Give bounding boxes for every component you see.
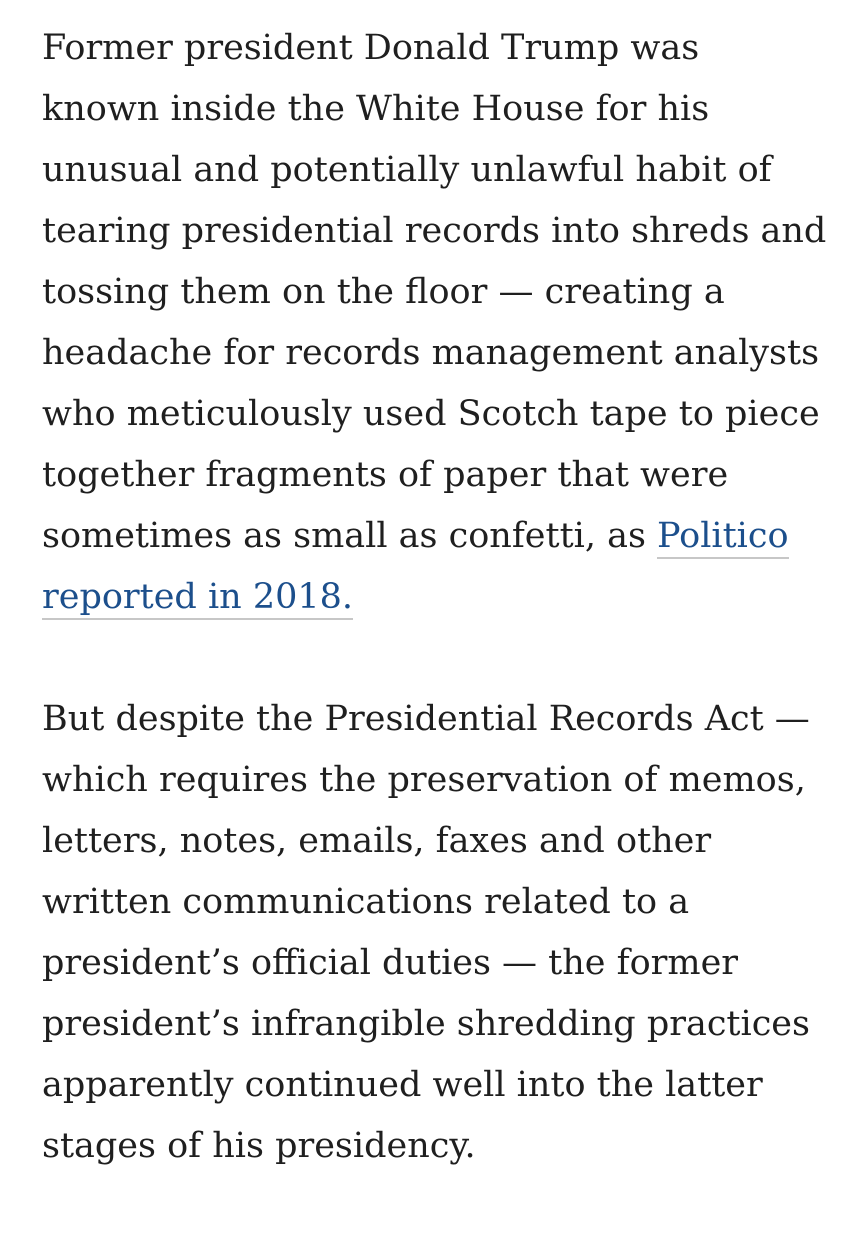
text-line: known inside the White House for his xyxy=(42,89,710,129)
article-body: Former president Donald Trump was known … xyxy=(42,18,832,1238)
text-line: letters, notes, emails, faxes and other xyxy=(42,821,712,861)
text-line: unusual and potentially unlawful habit o… xyxy=(42,150,772,190)
text-line: together fragments of paper that were xyxy=(42,455,729,495)
text-line: stages of his presidency. xyxy=(42,1126,476,1166)
text-line: written communications related to a xyxy=(42,882,690,922)
text-line: Former president Donald Trump was xyxy=(42,28,700,68)
text-line: president’s infrangible shredding practi… xyxy=(42,1004,810,1044)
paragraph-2: But despite the Presidential Records Act… xyxy=(42,689,832,1177)
politico-link[interactable]: Politico xyxy=(657,516,789,559)
text-line: president’s official duties — the former xyxy=(42,943,739,983)
text-line-with-link: sometimes as small as confetti, as Polit… xyxy=(42,506,832,567)
text-line: But despite the Presidential Records Act… xyxy=(42,699,810,739)
text-line: apparently continued well into the latte… xyxy=(42,1065,763,1105)
text-line: who meticulously used Scotch tape to pie… xyxy=(42,394,820,434)
text-line: headache for records management analysts xyxy=(42,333,820,373)
text-line-link-continuation: reported in 2018. xyxy=(42,567,832,628)
text-line-lead: sometimes as small as confetti, as xyxy=(42,516,658,556)
paragraph-1: Former president Donald Trump was known … xyxy=(42,18,832,628)
politico-link-continued[interactable]: reported in 2018. xyxy=(42,577,354,620)
text-line: tossing them on the floor — creating a xyxy=(42,272,725,312)
text-line: tearing presidential records into shreds… xyxy=(42,211,827,251)
text-line: which requires the preservation of memos… xyxy=(42,760,806,800)
